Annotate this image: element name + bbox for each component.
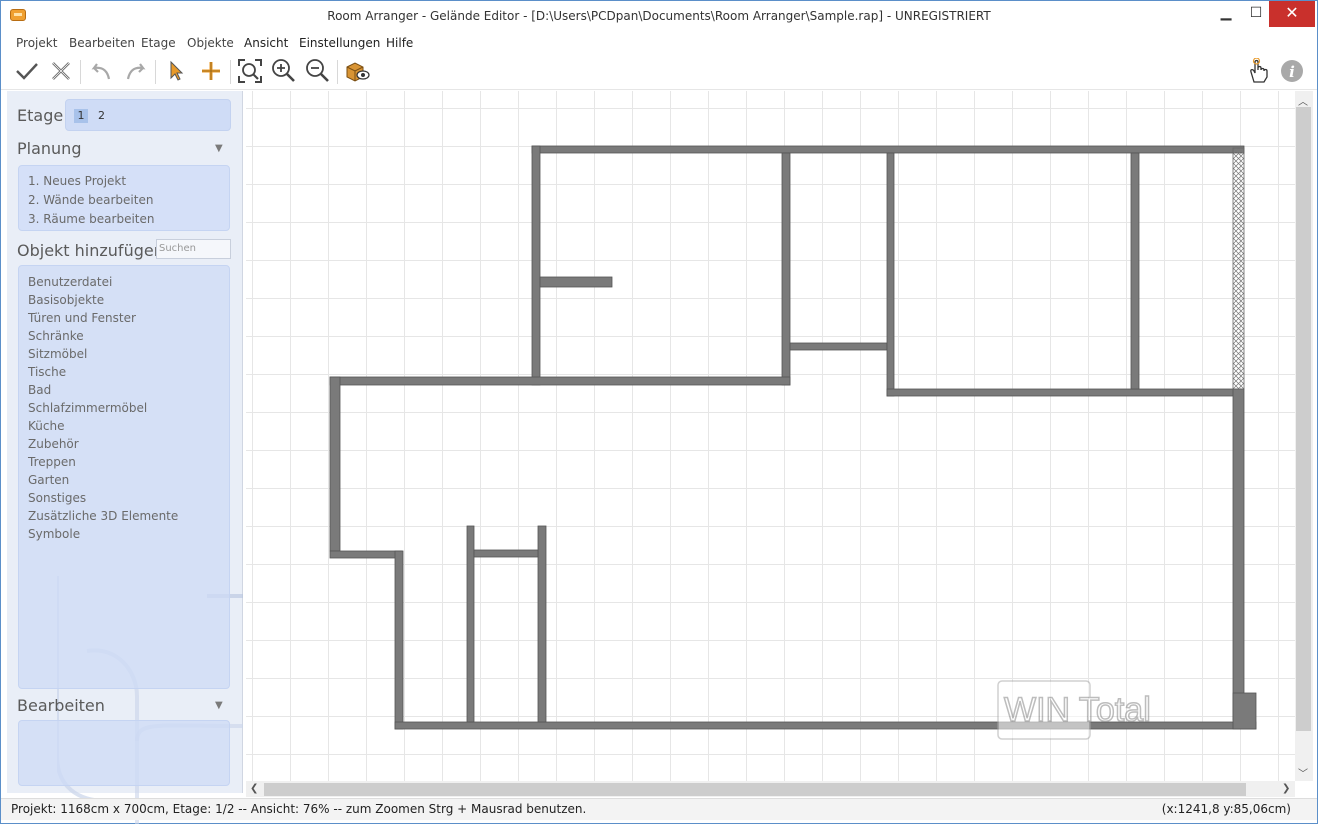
- object-category[interactable]: Basisobjekte: [28, 293, 104, 307]
- close-button[interactable]: ✕: [1269, 1, 1315, 27]
- planung-box: 1. Neues Projekt 2. Wände bearbeiten 3. …: [18, 165, 230, 231]
- floor-plan-canvas[interactable]: WIN Total: [246, 91, 1295, 781]
- object-category[interactable]: Bad: [28, 383, 51, 397]
- etage-2-button[interactable]: 2: [98, 109, 105, 122]
- planung-item-raeume[interactable]: 3. Räume bearbeiten: [28, 212, 155, 226]
- menu-hilfe[interactable]: Hilfe: [386, 36, 413, 50]
- object-category[interactable]: Symbole: [28, 527, 80, 541]
- undo-icon[interactable]: [88, 58, 114, 84]
- toolbar-separator: [230, 60, 231, 84]
- watermark-text: WIN Total: [1004, 691, 1151, 729]
- vertical-scroll-thumb[interactable]: [1296, 107, 1311, 731]
- object-category[interactable]: Sonstiges: [28, 491, 86, 505]
- object-category[interactable]: Küche: [28, 419, 64, 433]
- 3d-view-icon[interactable]: [345, 58, 371, 84]
- walls[interactable]: [329, 145, 1257, 730]
- bearbeiten-box: [18, 720, 230, 786]
- object-category[interactable]: Schlafzimmermöbel: [28, 401, 147, 415]
- title-bar: Room Arranger - Gelände Editor - [D:\Use…: [1, 1, 1317, 31]
- add-point-icon[interactable]: [198, 58, 224, 84]
- object-category[interactable]: Benutzerdatei: [28, 275, 112, 289]
- watermark-logo: WIN Total: [997, 680, 1152, 740]
- status-bar: Projekt: 1168cm x 700cm, Etage: 1/2 -- A…: [1, 798, 1317, 820]
- horizontal-scroll-thumb[interactable]: [264, 783, 1246, 796]
- pointer-icon[interactable]: [163, 58, 189, 84]
- maximize-button[interactable]: ☐: [1241, 1, 1271, 27]
- planung-item-neues-projekt[interactable]: 1. Neues Projekt: [28, 174, 126, 188]
- planung-collapse-icon[interactable]: ▼: [215, 143, 223, 154]
- object-category[interactable]: Schränke: [28, 329, 84, 343]
- svg-text:i: i: [1289, 63, 1295, 81]
- menu-bearbeiten[interactable]: Bearbeiten: [69, 36, 135, 50]
- object-search-input[interactable]: Suchen: [156, 239, 231, 259]
- object-category[interactable]: Garten: [28, 473, 69, 487]
- zoom-fit-icon[interactable]: [237, 58, 263, 84]
- menu-bar: Projekt Bearbeiten Etage Objekte Ansicht…: [1, 32, 1317, 54]
- planung-item-waende[interactable]: 2. Wände bearbeiten: [28, 193, 153, 207]
- toolbar: i: [1, 54, 1317, 90]
- cursor-coordinates: (x:1241,8 y:85,06cm): [1161, 802, 1291, 816]
- status-info: Projekt: 1168cm x 700cm, Etage: 1/2 -- A…: [11, 802, 587, 816]
- zoom-in-icon[interactable]: [271, 58, 297, 84]
- app-window: Room Arranger - Gelände Editor - [D:\Use…: [0, 0, 1318, 824]
- menu-etage[interactable]: Etage: [141, 36, 176, 50]
- floor-plan[interactable]: WIN Total: [246, 91, 1295, 781]
- menu-projekt[interactable]: Projekt: [16, 36, 57, 50]
- object-category[interactable]: Türen und Fenster: [28, 311, 136, 325]
- object-category[interactable]: Treppen: [28, 455, 76, 469]
- scroll-left-icon[interactable]: ❮: [250, 783, 258, 794]
- hand-icon[interactable]: [1245, 58, 1271, 84]
- window-element[interactable]: [1232, 147, 1245, 390]
- redo-icon[interactable]: [123, 58, 149, 84]
- sidebar: Etage 1 2 Planung ▼ 1. Neues Projekt 2. …: [7, 91, 243, 824]
- zoom-out-icon[interactable]: [305, 58, 331, 84]
- object-category[interactable]: Sitzmöbel: [28, 347, 87, 361]
- bearbeiten-label: Bearbeiten: [17, 696, 105, 715]
- scroll-down-icon[interactable]: ﹀: [1298, 765, 1308, 780]
- object-category[interactable]: Zusätzliche 3D Elemente: [28, 509, 178, 523]
- menu-einstellungen[interactable]: Einstellungen: [299, 36, 380, 50]
- minimize-button[interactable]: ▁: [1211, 1, 1241, 27]
- toolbar-separator: [80, 60, 81, 84]
- info-icon[interactable]: i: [1279, 58, 1305, 84]
- object-category[interactable]: Tische: [28, 365, 66, 379]
- object-category-list: Benutzerdatei Basisobjekte Türen und Fen…: [18, 265, 230, 689]
- etage-label: Etage: [17, 106, 64, 125]
- window-title: Room Arranger - Gelände Editor - [D:\Use…: [327, 9, 991, 23]
- bearbeiten-collapse-icon[interactable]: ▼: [215, 700, 223, 711]
- toolbar-separator: [337, 60, 338, 84]
- cancel-icon[interactable]: [48, 58, 74, 84]
- scroll-up-icon[interactable]: ︿: [1298, 93, 1308, 108]
- object-category[interactable]: Zubehör: [28, 437, 79, 451]
- toolbar-separator: [155, 60, 156, 84]
- menu-objekte[interactable]: Objekte: [187, 36, 234, 50]
- menu-ansicht[interactable]: Ansicht: [244, 36, 288, 50]
- etage-1-button[interactable]: 1: [74, 109, 88, 123]
- objekt-hinzufuegen-label: Objekt hinzufügen: [17, 241, 164, 260]
- check-icon[interactable]: [14, 58, 40, 84]
- scroll-right-icon[interactable]: ❯: [1282, 783, 1290, 794]
- planung-label: Planung: [17, 139, 82, 158]
- etage-selector: 1 2: [65, 99, 231, 131]
